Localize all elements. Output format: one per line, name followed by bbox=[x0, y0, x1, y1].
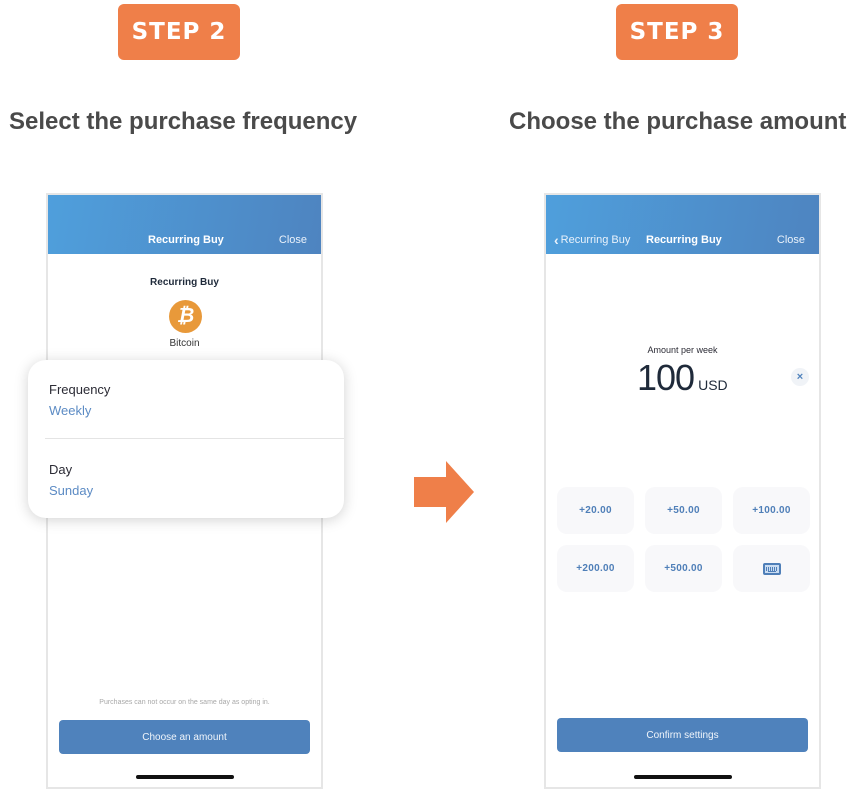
confirm-settings-button[interactable]: Confirm settings bbox=[557, 718, 808, 752]
preset-button[interactable]: +100.00 bbox=[733, 487, 810, 534]
divider bbox=[45, 438, 344, 439]
preset-grid: +20.00 +50.00 +100.00 +200.00 +500.00 bbox=[557, 487, 810, 592]
nav-title: Recurring Buy bbox=[646, 234, 722, 246]
frequency-row[interactable]: Frequency Weekly bbox=[49, 382, 110, 418]
navbar: ‹ Recurring Buy Recurring Buy Close bbox=[546, 195, 819, 254]
day-value[interactable]: Sunday bbox=[49, 483, 93, 498]
preset-button[interactable]: +500.00 bbox=[645, 545, 722, 592]
frequency-card: Frequency Weekly Day Sunday bbox=[28, 360, 344, 518]
step-3-badge: STEP 3 bbox=[616, 4, 738, 60]
amount-display: 100 USD bbox=[637, 357, 728, 399]
clear-amount-button[interactable]: × bbox=[791, 368, 809, 386]
frequency-value[interactable]: Weekly bbox=[49, 403, 110, 418]
day-label: Day bbox=[49, 462, 73, 477]
preset-button[interactable]: +50.00 bbox=[645, 487, 722, 534]
step-2-heading: Select the purchase frequency bbox=[9, 108, 358, 135]
bitcoin-icon: ₿ bbox=[169, 300, 202, 333]
amount-label: Amount per week bbox=[647, 345, 718, 355]
day-row[interactable]: Day Sunday bbox=[49, 462, 93, 498]
footnote: Purchases can not occur on the same day … bbox=[99, 699, 270, 706]
home-indicator bbox=[136, 775, 234, 779]
choose-amount-button[interactable]: Choose an amount bbox=[59, 720, 310, 754]
amount-screen: ‹ Recurring Buy Recurring Buy Close Amou… bbox=[544, 193, 821, 789]
step-2-badge: STEP 2 bbox=[118, 4, 240, 60]
home-indicator bbox=[634, 775, 732, 779]
screen-subtitle: Recurring Buy bbox=[150, 277, 219, 288]
close-icon: × bbox=[796, 371, 804, 383]
back-button[interactable]: ‹ Recurring Buy bbox=[554, 232, 631, 248]
step-3-heading: Choose the purchase amount bbox=[509, 108, 847, 135]
close-button[interactable]: Close bbox=[777, 234, 805, 246]
preset-button[interactable]: +20.00 bbox=[557, 487, 634, 534]
asset-name: Bitcoin bbox=[169, 338, 200, 349]
preset-button[interactable]: +200.00 bbox=[557, 545, 634, 592]
chevron-left-icon: ‹ bbox=[554, 232, 559, 248]
navbar: Recurring Buy Close bbox=[48, 195, 321, 254]
close-button[interactable]: Close bbox=[279, 234, 307, 246]
amount-value: 100 bbox=[637, 357, 695, 398]
frequency-label: Frequency bbox=[49, 382, 111, 397]
back-label: Recurring Buy bbox=[560, 234, 631, 246]
nav-title: Recurring Buy bbox=[148, 234, 224, 246]
arrow-right-icon bbox=[414, 461, 474, 523]
keyboard-icon bbox=[762, 562, 781, 575]
keyboard-button[interactable] bbox=[733, 545, 810, 592]
amount-currency: USD bbox=[698, 377, 728, 393]
